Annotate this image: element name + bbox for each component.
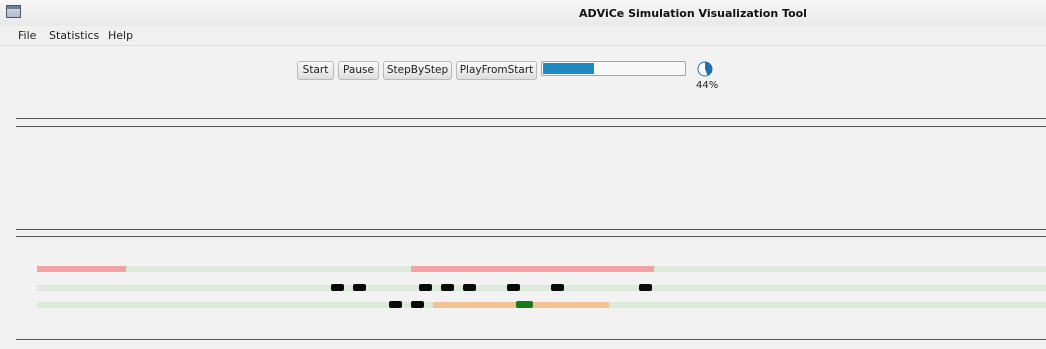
start-button[interactable]: Start (297, 61, 334, 80)
job-marker (507, 284, 520, 291)
busy-segment (37, 266, 126, 272)
job-marker (463, 284, 476, 291)
simulation-progress-bar (541, 61, 686, 76)
window-icon[interactable] (6, 5, 21, 18)
pause-button[interactable]: Pause (338, 61, 379, 80)
menu-statistics[interactable]: Statistics (49, 29, 99, 42)
job-marker (331, 284, 344, 291)
progress-fill (543, 63, 594, 74)
control-bar: Start Pause StepByStep PlayFromStart (0, 61, 1046, 81)
active-job-marker (516, 301, 533, 308)
job-marker (389, 301, 402, 308)
step-by-step-button[interactable]: StepByStep (383, 61, 452, 80)
title-bar: ADViCe Simulation Visualization Tool (0, 0, 1046, 27)
window-title: ADViCe Simulation Visualization Tool (579, 7, 807, 20)
busy-segment (411, 266, 654, 272)
separator-line (16, 339, 1046, 340)
timeline-lane-2 (37, 285, 1046, 291)
job-marker (551, 284, 564, 291)
separator-line (16, 126, 1046, 127)
play-from-start-button[interactable]: PlayFromStart (456, 61, 537, 80)
job-marker (639, 284, 652, 291)
separator-line (16, 229, 1046, 230)
separator-line (16, 118, 1046, 119)
job-marker (419, 284, 432, 291)
pie-progress-icon (697, 61, 713, 77)
menu-file[interactable]: File (18, 29, 36, 42)
job-marker (411, 301, 424, 308)
completion-percent: 44% (696, 80, 719, 91)
menu-bar: File Statistics Help (0, 26, 1046, 46)
job-marker (441, 284, 454, 291)
separator-line (16, 236, 1046, 237)
menu-help[interactable]: Help (108, 29, 133, 42)
job-marker (353, 284, 366, 291)
